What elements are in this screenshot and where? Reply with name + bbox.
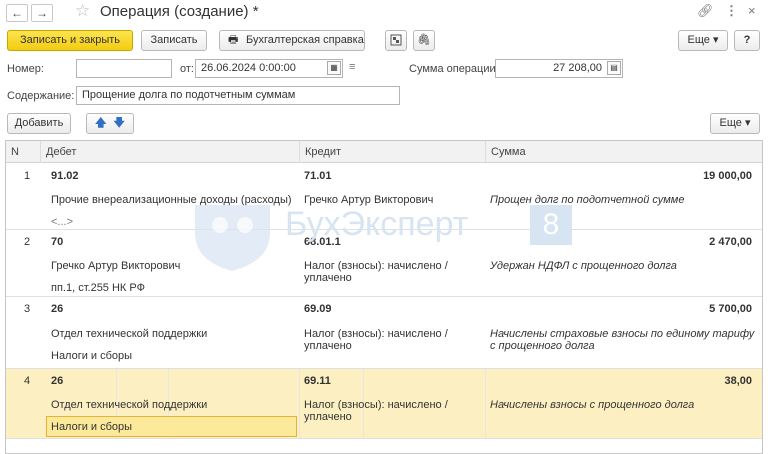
debit-subconto-1[interactable]: Прочие внереализационные доходы (расходы…: [51, 194, 292, 206]
help-button[interactable]: ?: [734, 30, 760, 51]
add-row-button[interactable]: Добавить: [7, 113, 71, 134]
credit-subconto-1[interactable]: Гречко Артур Викторович: [304, 194, 433, 206]
chevron-down-icon: ▾: [744, 117, 751, 129]
column-header-n[interactable]: N: [6, 141, 40, 163]
table-row-selected[interactable]: 4 26 69.11 38,00 Отдел технической подде…: [6, 369, 762, 439]
credit-account[interactable]: 69.11: [304, 375, 331, 387]
row-sum[interactable]: 38,00: [724, 375, 752, 387]
sum-input[interactable]: 27 208,00: [495, 59, 623, 78]
column-divider: [299, 369, 300, 438]
debit-account[interactable]: 91.02: [51, 170, 79, 182]
row-comment[interactable]: Прощен долг по подотчетной сумме: [490, 194, 684, 206]
number-input[interactable]: [76, 59, 172, 78]
row-number: 2: [24, 236, 31, 248]
forward-button[interactable]: →: [31, 4, 53, 22]
entries-table: N Дебет Кредит Сумма 1 91.02 71.01 19 00…: [5, 140, 763, 454]
link-icon[interactable]: 🔗︎: [697, 3, 714, 19]
accounting-report-label: Бухгалтерская справка: [246, 34, 364, 46]
table-more-button[interactable]: Еще ▾: [710, 113, 760, 134]
save-button[interactable]: Записать: [141, 30, 207, 51]
credit-account[interactable]: 68.01.1: [304, 236, 341, 248]
debit-subconto-2[interactable]: Налоги и сборы: [51, 421, 132, 433]
credit-subconto-1[interactable]: Налог (взносы): начислено / уплачено: [304, 260, 454, 284]
window-title: Операция (создание) *: [100, 3, 259, 20]
date-label: от:: [180, 63, 194, 75]
credit-account[interactable]: 71.01: [304, 170, 332, 182]
row-sum[interactable]: 2 470,00: [709, 236, 752, 248]
table-row[interactable]: 3 26 69.09 5 700,00 Отдел технической по…: [6, 297, 762, 369]
row-sum[interactable]: 19 000,00: [703, 170, 752, 182]
credit-subconto-1[interactable]: Налог (взносы): начислено / уплачено: [304, 328, 454, 352]
debit-subconto-1[interactable]: Отдел технической поддержки: [51, 328, 207, 340]
debit-account[interactable]: 26: [51, 303, 63, 315]
column-header-credit[interactable]: Кредит: [299, 141, 485, 163]
sum-label: Сумма операции:: [409, 63, 499, 75]
credit-subconto-1[interactable]: Налог (взносы): начислено / уплачено: [304, 399, 454, 423]
row-number: 4: [24, 375, 31, 387]
credit-account[interactable]: 69.09: [304, 303, 332, 315]
debit-account[interactable]: 70: [51, 236, 63, 248]
printer-icon: 🖶︎: [228, 34, 239, 46]
arrow-up-icon[interactable]: 🡅: [95, 117, 106, 129]
content-input[interactable]: Прощение долга по подотчетным суммам: [76, 86, 400, 105]
more-button[interactable]: Еще ▾: [678, 30, 728, 51]
row-comment[interactable]: Начислены страховые взносы по единому та…: [490, 328, 758, 352]
table-more-label: Еще: [719, 117, 742, 129]
accounting-report-button[interactable]: 🖶︎ Бухгалтерская справка: [219, 30, 365, 51]
back-button[interactable]: ←: [6, 4, 28, 22]
arrow-left-icon: ←: [11, 6, 23, 20]
debit-account[interactable]: 26: [51, 375, 63, 387]
structure-button[interactable]: [385, 30, 407, 51]
table-header: N Дебет Кредит Сумма: [6, 141, 762, 163]
debit-subconto-1[interactable]: Гречко Артур Викторович: [51, 260, 180, 272]
chevron-down-icon: ▾: [712, 34, 719, 46]
arrow-down-icon[interactable]: 🡇: [114, 117, 125, 129]
column-header-sum[interactable]: Сумма: [485, 141, 762, 163]
save-and-close-button[interactable]: Записать и закрыть: [7, 30, 133, 51]
row-comment[interactable]: Начислены взносы с прощенного долга: [490, 399, 694, 411]
content-label: Содержание:: [7, 90, 75, 102]
debit-subconto-2[interactable]: <...>: [51, 216, 73, 228]
date-value: 26.06.2024 0:00:00: [201, 62, 296, 74]
table-row[interactable]: 2 70 68.01.1 2 470,00 Гречко Артур Викто…: [6, 230, 762, 297]
document-list-icon[interactable]: ≡: [349, 61, 361, 73]
sum-value: 27 208,00: [553, 62, 602, 74]
calculator-icon[interactable]: ▤: [607, 61, 621, 75]
attach-button[interactable]: 🖇︎: [413, 30, 435, 51]
row-number: 1: [24, 170, 31, 182]
close-icon[interactable]: ×: [748, 3, 756, 18]
favorite-star-icon[interactable]: ☆: [75, 1, 90, 21]
paperclip-icon: 🖇︎: [417, 34, 431, 46]
more-vert-icon[interactable]: ⋮: [725, 3, 738, 19]
column-header-debit[interactable]: Дебет: [40, 141, 299, 163]
move-buttons: 🡅 🡇: [86, 113, 134, 134]
number-label: Номер:: [7, 63, 44, 75]
row-comment[interactable]: Удержан НДФЛ с прощенного долга: [490, 260, 677, 272]
more-label: Еще: [687, 34, 710, 46]
table-row[interactable]: 1 91.02 71.01 19 000,00 Прочие внереализ…: [6, 164, 762, 230]
active-cell[interactable]: Налоги и сборы: [46, 416, 297, 437]
row-number: 3: [24, 303, 31, 315]
debit-subconto-2[interactable]: пп.1, ст.255 НК РФ: [51, 282, 145, 294]
row-sum[interactable]: 5 700,00: [709, 303, 752, 315]
column-divider: [485, 369, 486, 438]
structure-icon: [390, 34, 402, 46]
debit-subconto-2[interactable]: Налоги и сборы: [51, 350, 132, 362]
date-input[interactable]: 26.06.2024 0:00:00: [195, 59, 343, 78]
arrow-right-icon: →: [36, 6, 48, 20]
calendar-icon[interactable]: ▦: [327, 61, 341, 75]
debit-subconto-1[interactable]: Отдел технической поддержки: [51, 399, 207, 411]
